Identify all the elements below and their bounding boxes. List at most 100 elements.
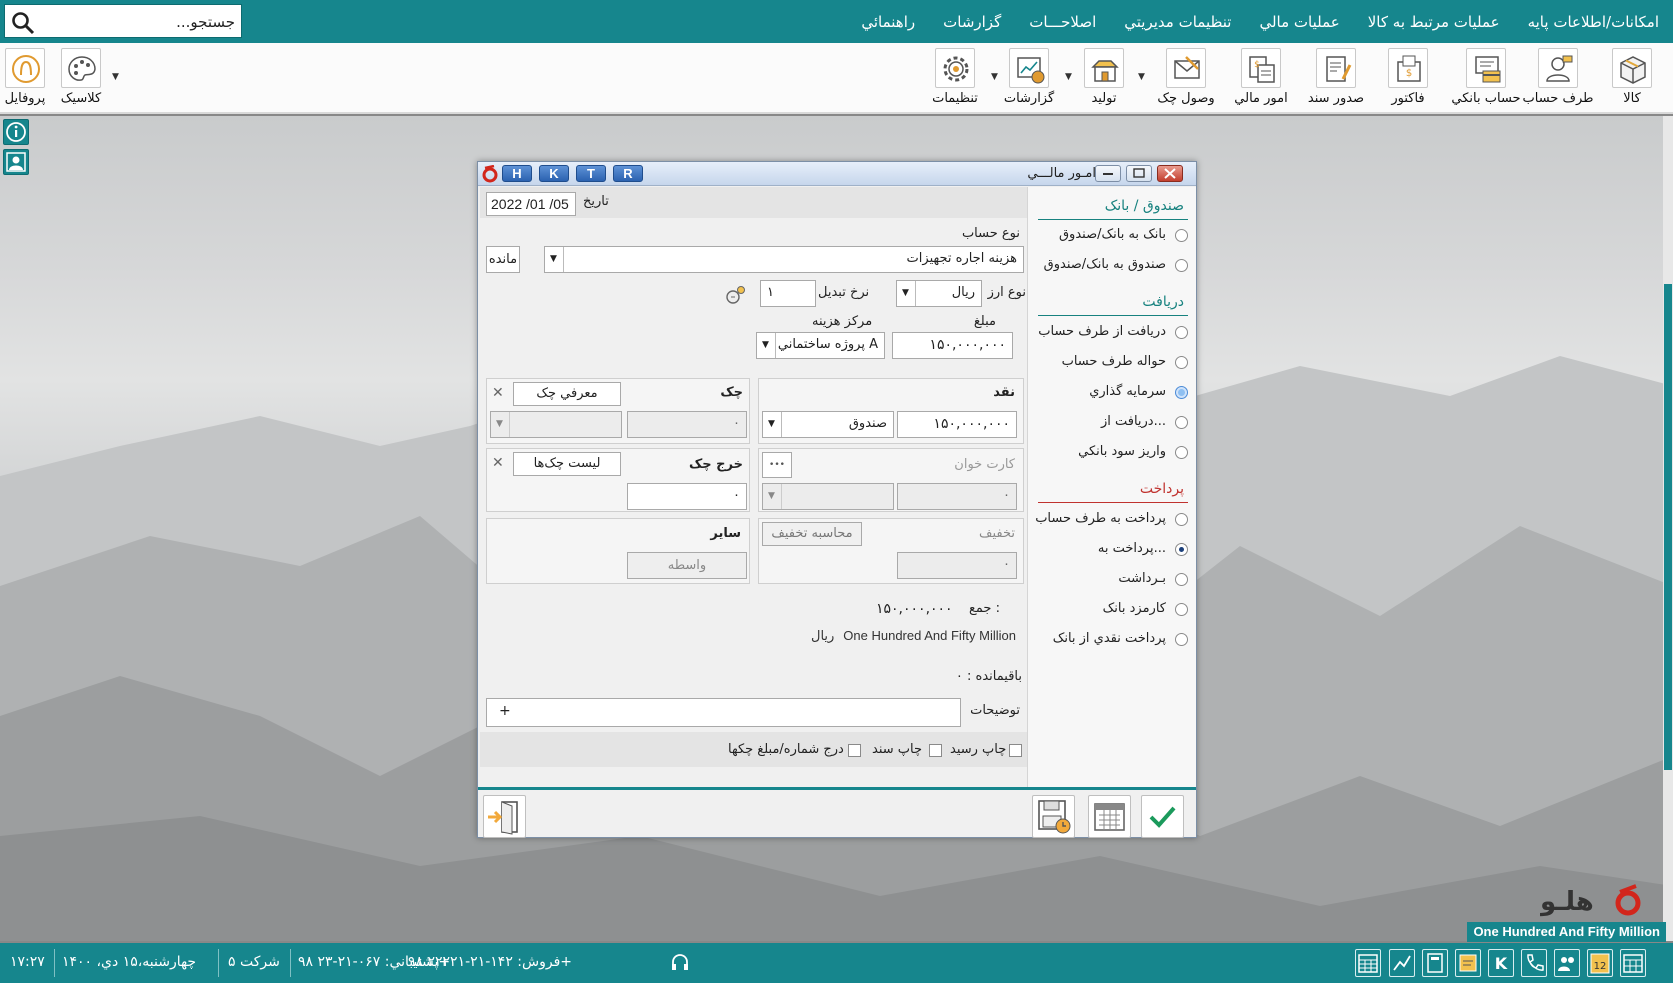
user-side-button[interactable]	[3, 149, 29, 175]
status-phone-button[interactable]	[1521, 949, 1547, 977]
toolbar-financial-button[interactable]: $ امور مالي	[1222, 46, 1300, 112]
menu-basic-info[interactable]: امکانات/اطلاعات پايه	[1514, 13, 1673, 31]
account-type-dropdown-arrow[interactable]: ▼	[544, 247, 564, 272]
app-logo-icon	[482, 165, 498, 183]
check-spend-amount-input[interactable]: ۰	[627, 483, 747, 510]
close-button[interactable]	[1157, 165, 1183, 182]
status-calendar-grid-button[interactable]	[1355, 949, 1381, 977]
radio-pay-to-party[interactable]: پرداخت به طرف حساب	[1035, 510, 1188, 530]
menu-goods-ops[interactable]: عمليات مرتبط به کالا	[1354, 13, 1514, 31]
introduce-check-button[interactable]: معرفي چک	[513, 382, 621, 406]
calendar-button[interactable]	[1088, 795, 1131, 838]
status-calendar-day-button[interactable]: 12	[1587, 949, 1613, 977]
reports-dropdown-caret[interactable]: ▼	[1065, 72, 1072, 82]
radio-bank-to-bank[interactable]: بانک به بانک/صندوق	[1038, 226, 1188, 246]
calculate-discount-button[interactable]: محاسبه تخفيف	[762, 522, 862, 546]
currency-dropdown-arrow[interactable]: ▼	[896, 281, 916, 306]
print-receipt-label: چاپ رسيد	[950, 742, 1007, 757]
card-dropdown-arrow[interactable]: ▼	[762, 484, 782, 509]
check-list-button[interactable]: ليست چک‌ها	[513, 452, 621, 476]
search-box[interactable]	[4, 4, 242, 38]
minimize-button[interactable]	[1095, 165, 1121, 182]
toolbar-profile-button[interactable]: پروفايل	[0, 46, 50, 112]
toolbar-issue-document-button[interactable]: صدور سند	[1298, 46, 1374, 112]
factory-icon	[1091, 60, 1119, 82]
toolbar-goods-button[interactable]: کالا	[1594, 46, 1670, 112]
hotkey-k-button[interactable]: K	[539, 165, 569, 182]
radio-pay-to[interactable]: پرداخت به...	[1038, 540, 1188, 560]
status-k-button[interactable]: K	[1488, 949, 1514, 977]
exit-button[interactable]	[483, 795, 526, 838]
hotkey-t-button[interactable]: T	[576, 165, 606, 182]
radio-withdraw[interactable]: بـرداشت	[1038, 570, 1188, 590]
hotkey-r-button[interactable]: R	[613, 165, 643, 182]
toolbar-check-receive-button[interactable]: وصول چک	[1146, 46, 1226, 112]
toolbar-party-button[interactable]: طرف حساب	[1518, 46, 1598, 112]
radio-investment[interactable]: سرمايه گذاري	[1038, 383, 1188, 403]
right-scrollbar[interactable]	[1663, 116, 1673, 941]
add-description-icon[interactable]: +	[499, 703, 511, 719]
dialog-titlebar[interactable]: H K T R امـور مالـــي	[478, 162, 1196, 186]
amount-input[interactable]: ۱۵۰,۰۰۰,۰۰۰	[892, 332, 1013, 359]
card-amount-input[interactable]: ۰	[897, 483, 1017, 510]
radio-receive-from[interactable]: دريافت از...	[1038, 413, 1188, 433]
balance-button[interactable]: مانده	[486, 246, 520, 273]
clear-check-icon[interactable]: ✕	[492, 385, 504, 401]
menu-financial-ops[interactable]: عمليات مالي	[1245, 13, 1353, 31]
account-type-select[interactable]: هزينه اجاره تجهيزات	[544, 246, 1024, 273]
cash-account-dropdown-arrow[interactable]: ▼	[762, 412, 782, 437]
cost-center-dropdown-arrow[interactable]: ▼	[756, 333, 776, 358]
radio-transfer-party[interactable]: حواله طرف حساب	[1038, 353, 1188, 373]
hotkey-h-button[interactable]: H	[502, 165, 532, 182]
toolbar-reports-button[interactable]: گزارشات ▼	[991, 46, 1072, 112]
radio-cash-from-bank[interactable]: پرداخت نقدي از بانک	[1038, 630, 1188, 650]
currency-label: نوع ارز	[987, 285, 1026, 300]
toolbar-bank-account-button[interactable]: حساب بانکي	[1446, 46, 1526, 112]
exchange-tool-icon[interactable]	[724, 283, 748, 307]
save-draft-button[interactable]	[1032, 795, 1075, 838]
description-input[interactable]: +	[486, 698, 961, 727]
print-receipt-checkbox[interactable]	[1009, 744, 1022, 757]
exchange-rate-input[interactable]: ۱	[760, 280, 816, 307]
status-users-button[interactable]	[1554, 949, 1580, 977]
chart-icon	[1393, 955, 1411, 971]
radio-bank-fee[interactable]: کارمزد بانک	[1038, 600, 1188, 620]
check-dropdown-arrow[interactable]: ▼	[490, 412, 510, 437]
status-notes-button[interactable]	[1455, 949, 1481, 977]
radio-receive-from-party[interactable]: دريافت از طرف حساب	[1038, 323, 1188, 343]
search-icon[interactable]	[11, 11, 35, 35]
discount-amount-input[interactable]: ۰	[897, 552, 1017, 579]
discount-title: تخفيف	[979, 526, 1015, 541]
clear-check-spend-icon[interactable]: ✕	[492, 455, 504, 471]
menu-reports[interactable]: گزارشات	[929, 13, 1015, 31]
print-document-checkbox[interactable]	[929, 744, 942, 757]
status-month-button[interactable]	[1620, 949, 1646, 977]
cash-amount-input[interactable]: ۱۵۰,۰۰۰,۰۰۰	[897, 411, 1017, 438]
status-chart-button[interactable]	[1389, 949, 1415, 977]
insert-check-numbers-checkbox[interactable]	[848, 744, 861, 757]
toolbar-production-button[interactable]: توليد ▼	[1066, 46, 1145, 112]
confirm-button[interactable]	[1141, 795, 1184, 838]
status-calc-button[interactable]	[1422, 949, 1448, 977]
production-dropdown-caret[interactable]: ▼	[1138, 72, 1145, 82]
radio-deposit-interest[interactable]: واريز سود بانکي	[1038, 443, 1188, 463]
cost-center-label: مرکز هزينه	[812, 314, 873, 329]
info-side-button[interactable]	[3, 119, 29, 145]
broker-button[interactable]: واسطه	[627, 552, 747, 579]
card-more-button[interactable]: •••	[762, 452, 792, 478]
toolbar-invoice-button[interactable]: $ فاکتور	[1370, 46, 1446, 112]
scroll-thumb[interactable]	[1664, 284, 1672, 770]
menu-admin-settings[interactable]: تنظيمات مديريتي	[1110, 13, 1245, 31]
search-input[interactable]	[45, 10, 235, 34]
menu-help[interactable]: راهنمائي	[847, 13, 929, 31]
exchange-rate-label: نرخ تبديل	[818, 285, 870, 300]
settings-dropdown-caret[interactable]: ▼	[991, 72, 998, 82]
radio-box-to-bank[interactable]: صندوق به بانک/صندوق	[1038, 256, 1188, 276]
classic-dropdown-caret[interactable]: ▼	[112, 72, 119, 82]
maximize-button[interactable]	[1126, 165, 1152, 182]
menu-corrections[interactable]: اصلاحـــات	[1015, 13, 1110, 31]
toolbar-settings-button[interactable]: تنظيمات ▼	[917, 46, 998, 112]
toolbar-classic-button[interactable]: کلاسيک ▼	[44, 46, 119, 112]
check-amount-input[interactable]: ۰	[627, 411, 747, 438]
date-input[interactable]: 2022 /01 /05	[486, 192, 576, 216]
